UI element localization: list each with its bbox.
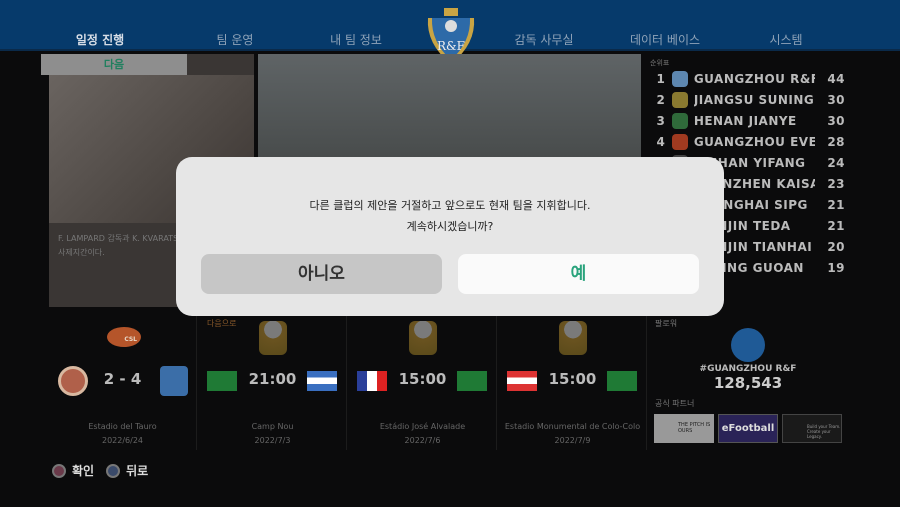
yes-button[interactable]: 예 [458, 254, 699, 294]
next-match-label: 다음으로 [207, 319, 237, 328]
kickoff-time: 21:00 [248, 370, 297, 388]
rank: 1 [656, 71, 666, 86]
rank: 3 [656, 113, 666, 128]
followers-title: 팔로워 [655, 319, 678, 328]
competition-trophy-icon [559, 321, 587, 355]
nav-tab-database[interactable]: 데이터 베이스 [605, 31, 725, 48]
kickoff-time: 15:00 [548, 370, 597, 388]
match-score: 2 - 4 [103, 370, 142, 388]
standings-row[interactable]: 2 JIANGSU SUNING 30 [650, 89, 845, 110]
confirm-hint[interactable]: 확인 [72, 462, 94, 479]
no-button[interactable]: 아니오 [201, 254, 442, 294]
team-crest-icon [671, 70, 688, 87]
competition-trophy-icon [409, 321, 437, 355]
partner-the-pitch[interactable]: THE PITCH IS OURS [654, 414, 714, 443]
match-date: 2022/7/3 [254, 436, 291, 445]
venue: Camp Nou [251, 422, 294, 431]
kickoff-time: 15:00 [398, 370, 447, 388]
nav-tab-schedule[interactable]: 일정 진행 [40, 31, 160, 48]
rank: 2 [656, 92, 666, 107]
points: 44 [827, 71, 846, 86]
points: 20 [827, 239, 846, 254]
cross-button-icon [106, 463, 121, 478]
points: 21 [827, 197, 846, 212]
points: 23 [827, 176, 846, 191]
match-date: 2022/7/6 [404, 436, 441, 445]
venue: Estadio del Tauro [88, 422, 157, 431]
confirm-dialog: 다른 클럽의 제안을 거절하고 앞으로도 현재 팀을 지휘합니다. 계속하시겠습… [176, 157, 724, 316]
points: 21 [827, 218, 846, 233]
nav-tab-system[interactable]: 시스템 [726, 31, 846, 48]
standings-row[interactable]: 1 GUANGZHOU R&F 44 [650, 68, 845, 89]
match-date: 2022/7/9 [554, 436, 591, 445]
partner-efootball[interactable]: eFootball [718, 414, 778, 443]
standings-row[interactable]: 4 GUANGZHOU EVERGI 28 [650, 131, 845, 152]
points: 30 [827, 92, 846, 107]
team-name: GUANGZHOU EVERGI [693, 134, 816, 149]
match-card[interactable]: CSL 2 - 4 Estadio del Tauro 2022/6/24 [49, 315, 197, 450]
nav-tab-manager-office[interactable]: 감독 사무실 [484, 31, 604, 48]
club-handle: #GUANGZHOU R&F [699, 364, 797, 374]
team-name: HENAN JIANYE [693, 113, 797, 128]
rank: 4 [656, 134, 666, 149]
competition-trophy-icon [259, 321, 287, 355]
dialog-question: 계속하시겠습니까? [406, 220, 494, 233]
match-date: 2022/6/24 [101, 436, 144, 445]
next-tab[interactable]: 다음 [41, 54, 187, 75]
csl-logo-icon: CSL [107, 327, 141, 347]
team-crest-icon [671, 112, 688, 129]
back-hint[interactable]: 뒤로 [126, 462, 148, 479]
points: 24 [827, 155, 846, 170]
team-name: JIANGSU SUNING [693, 92, 815, 107]
points: 28 [827, 134, 846, 149]
club-crest-icon [731, 328, 765, 362]
standings-row[interactable]: 3 HENAN JIANYE 30 [650, 110, 845, 131]
button-hints: 확인 뒤로 [52, 462, 148, 479]
team-name: GUANGZHOU R&F [693, 71, 816, 86]
team-crest-icon [671, 133, 688, 150]
dialog-message: 다른 클럽의 제안을 거절하고 앞으로도 현재 팀을 지휘합니다. [309, 199, 591, 212]
followers-panel: 팔로워 #GUANGZHOU R&F 128,543 공식 파트너 THE PI… [645, 315, 845, 450]
points: 19 [827, 260, 846, 275]
match-card[interactable]: 15:00 Estadio Monumental de Colo-Colo 20… [499, 315, 647, 450]
match-card[interactable]: 15:00 Estádio José Alvalade 2022/7/6 [349, 315, 497, 450]
match-card[interactable]: 21:00 Camp Nou 2022/7/3 [199, 315, 347, 450]
followers-count: 128,543 [713, 374, 783, 392]
partner-club[interactable]: Build your Team. Create your Legacy. [782, 414, 842, 443]
svg-text:R&F: R&F [437, 39, 465, 53]
circle-button-icon [52, 463, 66, 478]
venue: Estádio José Alvalade [379, 422, 466, 431]
partners-title: 공식 파트너 [655, 399, 695, 408]
nav-tab-my-team[interactable]: 내 팀 정보 [296, 31, 416, 48]
venue: Estadio Monumental de Colo-Colo [504, 422, 641, 431]
nav-tab-team-management[interactable]: 팀 운영 [175, 31, 295, 48]
team-crest-icon [671, 91, 688, 108]
points: 30 [827, 113, 846, 128]
standings-title: 순위표 [650, 59, 670, 67]
